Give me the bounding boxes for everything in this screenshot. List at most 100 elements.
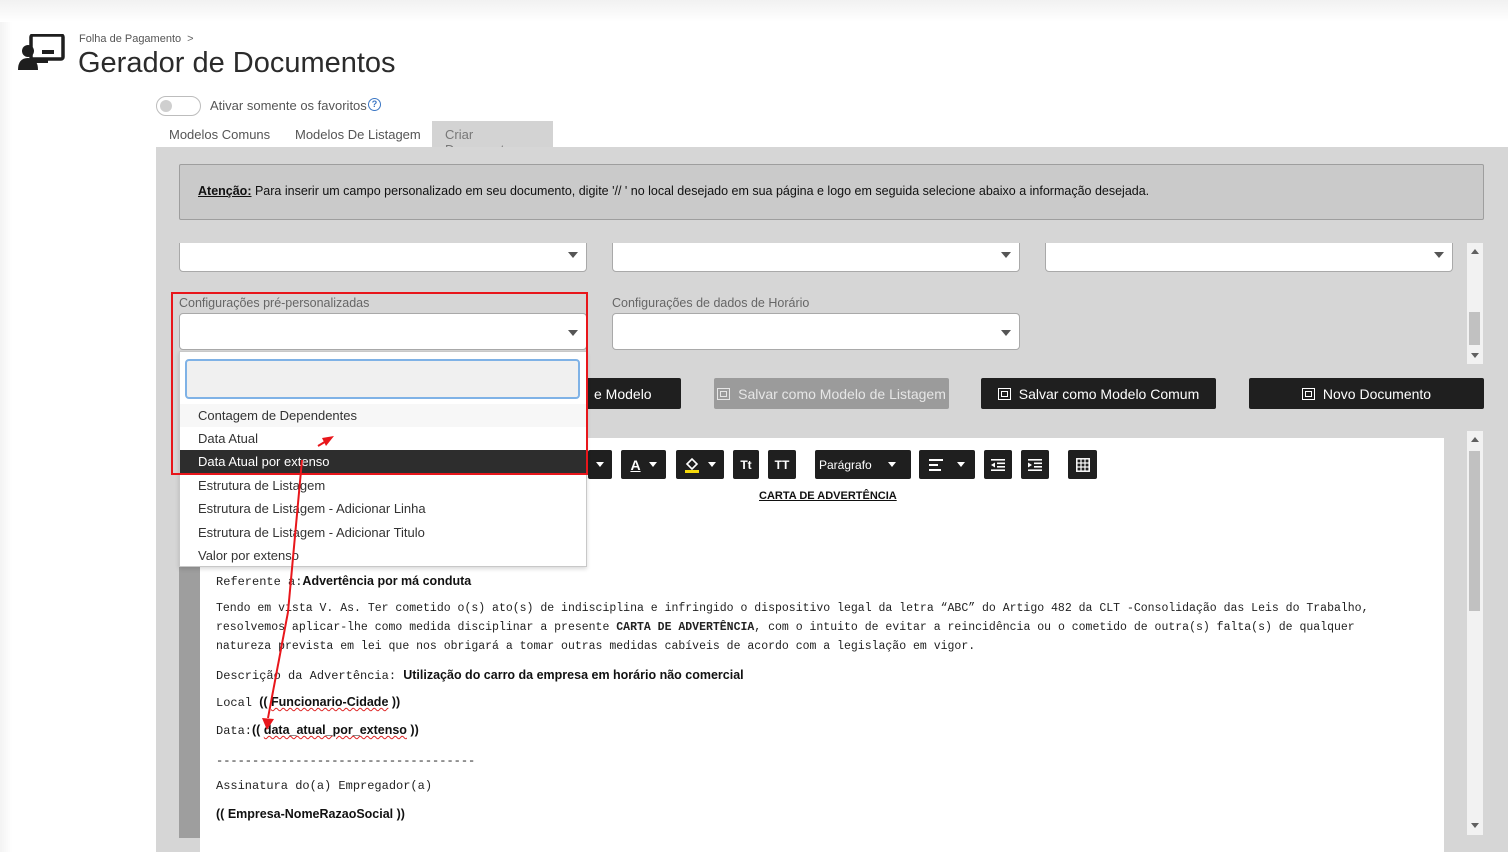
scroll-up-icon[interactable] [1471, 437, 1479, 442]
paragraph-line-3: natureza prevista em lei que nos obrigar… [216, 640, 976, 653]
local-open: (( [259, 695, 272, 709]
paragraph-line-2: resolvemos aplicar-lhe como medida disci… [216, 621, 1355, 634]
scroll-up-icon[interactable] [1471, 249, 1479, 254]
paragraph-line-2a: resolvemos aplicar-lhe como medida disci… [216, 621, 617, 634]
company-field: Empresa-NomeRazaoSocial [227, 807, 394, 821]
breadcrumb-link[interactable]: Folha de Pagamento [79, 33, 181, 45]
save-listing-model-button[interactable]: Salvar como Modelo de Listagem [714, 378, 949, 409]
table-icon [1075, 457, 1090, 472]
save-model-button[interactable]: e Modelo [579, 378, 681, 409]
date-line: Data:(( data_atual_por_extenso )) [216, 723, 419, 738]
chevron-down-icon [957, 462, 965, 467]
help-icon[interactable]: ? [368, 98, 381, 111]
breadcrumb: Folha de Pagamento > [79, 33, 194, 45]
scroll-thumb[interactable] [1469, 451, 1480, 611]
save-common-model-button[interactable]: Salvar como Modelo Comum [981, 378, 1216, 409]
company-open: (( [216, 807, 228, 821]
scroll-down-icon[interactable] [1471, 353, 1479, 358]
top-bar [0, 0, 1508, 22]
indent-icon [1028, 458, 1042, 471]
highlight-box [171, 292, 588, 475]
font-color-button[interactable]: A [621, 450, 666, 479]
chevron-down-icon [568, 251, 578, 258]
reference-label: Referente a: [216, 575, 303, 589]
subscript-icon: Tt [740, 457, 752, 472]
form-scroll-mask [156, 220, 1468, 243]
tab-modelos-de-listagem[interactable]: Modelos De Listagem [282, 121, 434, 148]
option-estrutura-adicionar-linha[interactable]: Estrutura de Listagem - Adicionar Linha [180, 497, 586, 520]
paragraph-line-2c: , com o intuito de evitar a reincidência… [754, 621, 1355, 634]
description-line: Descrição da Advertência: Utilização do … [216, 668, 744, 683]
text-size-icon: TT [774, 457, 790, 472]
schedule-config-select[interactable] [612, 313, 1020, 350]
scroll-thumb[interactable] [1469, 312, 1480, 345]
company-close: )) [393, 807, 405, 821]
chevron-down-icon [1001, 329, 1011, 336]
chevron-down-icon [887, 462, 896, 467]
date-close: )) [406, 723, 419, 737]
description-label: Descrição da Advertência: [216, 669, 404, 683]
outdent-icon [991, 458, 1005, 471]
new-document-label: Novo Documento [1322, 385, 1432, 402]
outdent-button[interactable] [984, 450, 1012, 479]
company-line: (( Empresa-NomeRazaoSocial )) [216, 807, 405, 822]
description-value: Utilização do carro da empresa em horári… [403, 668, 744, 682]
toggle-knob [160, 100, 172, 112]
chevron-right-icon: > [187, 33, 194, 45]
new-document-button[interactable]: Novo Documento [1249, 378, 1484, 409]
save-icon [997, 387, 1011, 400]
save-common-label: Salvar como Modelo Comum [1018, 385, 1200, 402]
document-icon [1301, 387, 1315, 400]
date-open: (( [252, 723, 264, 737]
chevron-down-icon [1001, 251, 1011, 258]
date-field: data_atual_por_extenso [263, 723, 407, 737]
attention-alert: Atenção: Para inserir um campo personali… [179, 164, 1484, 220]
save-model-label: e Modelo [594, 385, 652, 402]
clear-format-button[interactable]: Tt [733, 450, 759, 479]
page-title: Gerador de Documentos [78, 47, 396, 79]
chevron-down-icon [1434, 251, 1444, 258]
editor-scrollbar[interactable] [1467, 431, 1483, 835]
schedule-config-label: Configurações de dados de Horário [612, 296, 810, 310]
date-label: Data: [216, 724, 253, 738]
favorites-toggle-label: Ativar somente os favoritos [210, 98, 367, 113]
chevron-down-icon [648, 462, 657, 467]
local-field: Funcionario-Cidade [271, 695, 389, 709]
left-nav-edge [0, 22, 12, 852]
paint-bucket-icon [685, 457, 699, 473]
option-estrutura-adicionar-titulo[interactable]: Estrutura de Listagem - Adicionar Titulo [180, 521, 586, 544]
paragraph-style-label: Parágrafo [819, 457, 872, 472]
table-button[interactable] [1068, 450, 1097, 479]
align-left-icon [929, 458, 943, 471]
option-valor-por-extenso[interactable]: Valor por extenso [180, 544, 586, 567]
tab-criar-documento[interactable]: Criar Documento [432, 121, 553, 157]
local-line: Local (( Funcionario-Cidade )) [216, 695, 400, 710]
tab-modelos-comuns[interactable]: Modelos Comuns [156, 121, 283, 148]
reference-line: Referente a:Advertência por má conduta [216, 574, 471, 589]
paragraph-style-select[interactable]: Parágrafo [815, 450, 911, 479]
indent-button[interactable] [1021, 450, 1049, 479]
save-icon [717, 387, 731, 400]
chevron-down-icon [708, 462, 716, 467]
font-color-icon: A [630, 456, 641, 473]
alert-text: Para inserir um campo personalizado em s… [251, 184, 1150, 198]
alert-prefix: Atenção: [198, 184, 252, 198]
paragraph-line-2b: CARTA DE ADVERTÊNCIA [616, 621, 755, 634]
signature-label: Assinatura do(a) Empregador(a) [216, 779, 433, 793]
save-listing-label: Salvar como Modelo de Listagem [738, 385, 946, 402]
favorites-toggle[interactable] [156, 96, 201, 116]
local-close: )) [388, 695, 401, 709]
font-dropdown-button[interactable] [588, 450, 612, 479]
align-button[interactable] [919, 450, 975, 479]
presentation-user-icon [18, 34, 65, 70]
local-label: Local [216, 696, 260, 710]
text-size-button[interactable]: TT [768, 450, 796, 479]
document-title: CARTA DE ADVERTÊNCIA [759, 490, 897, 502]
reference-value: Advertência por má conduta [302, 574, 472, 588]
form-scrollbar[interactable] [1467, 243, 1483, 364]
highlight-color-button[interactable] [676, 450, 724, 479]
signature-rule: ------------------------------------ [216, 754, 476, 768]
chevron-down-icon [596, 462, 604, 467]
option-estrutura-de-listagem[interactable]: Estrutura de Listagem [180, 474, 586, 497]
scroll-down-icon[interactable] [1471, 823, 1479, 828]
